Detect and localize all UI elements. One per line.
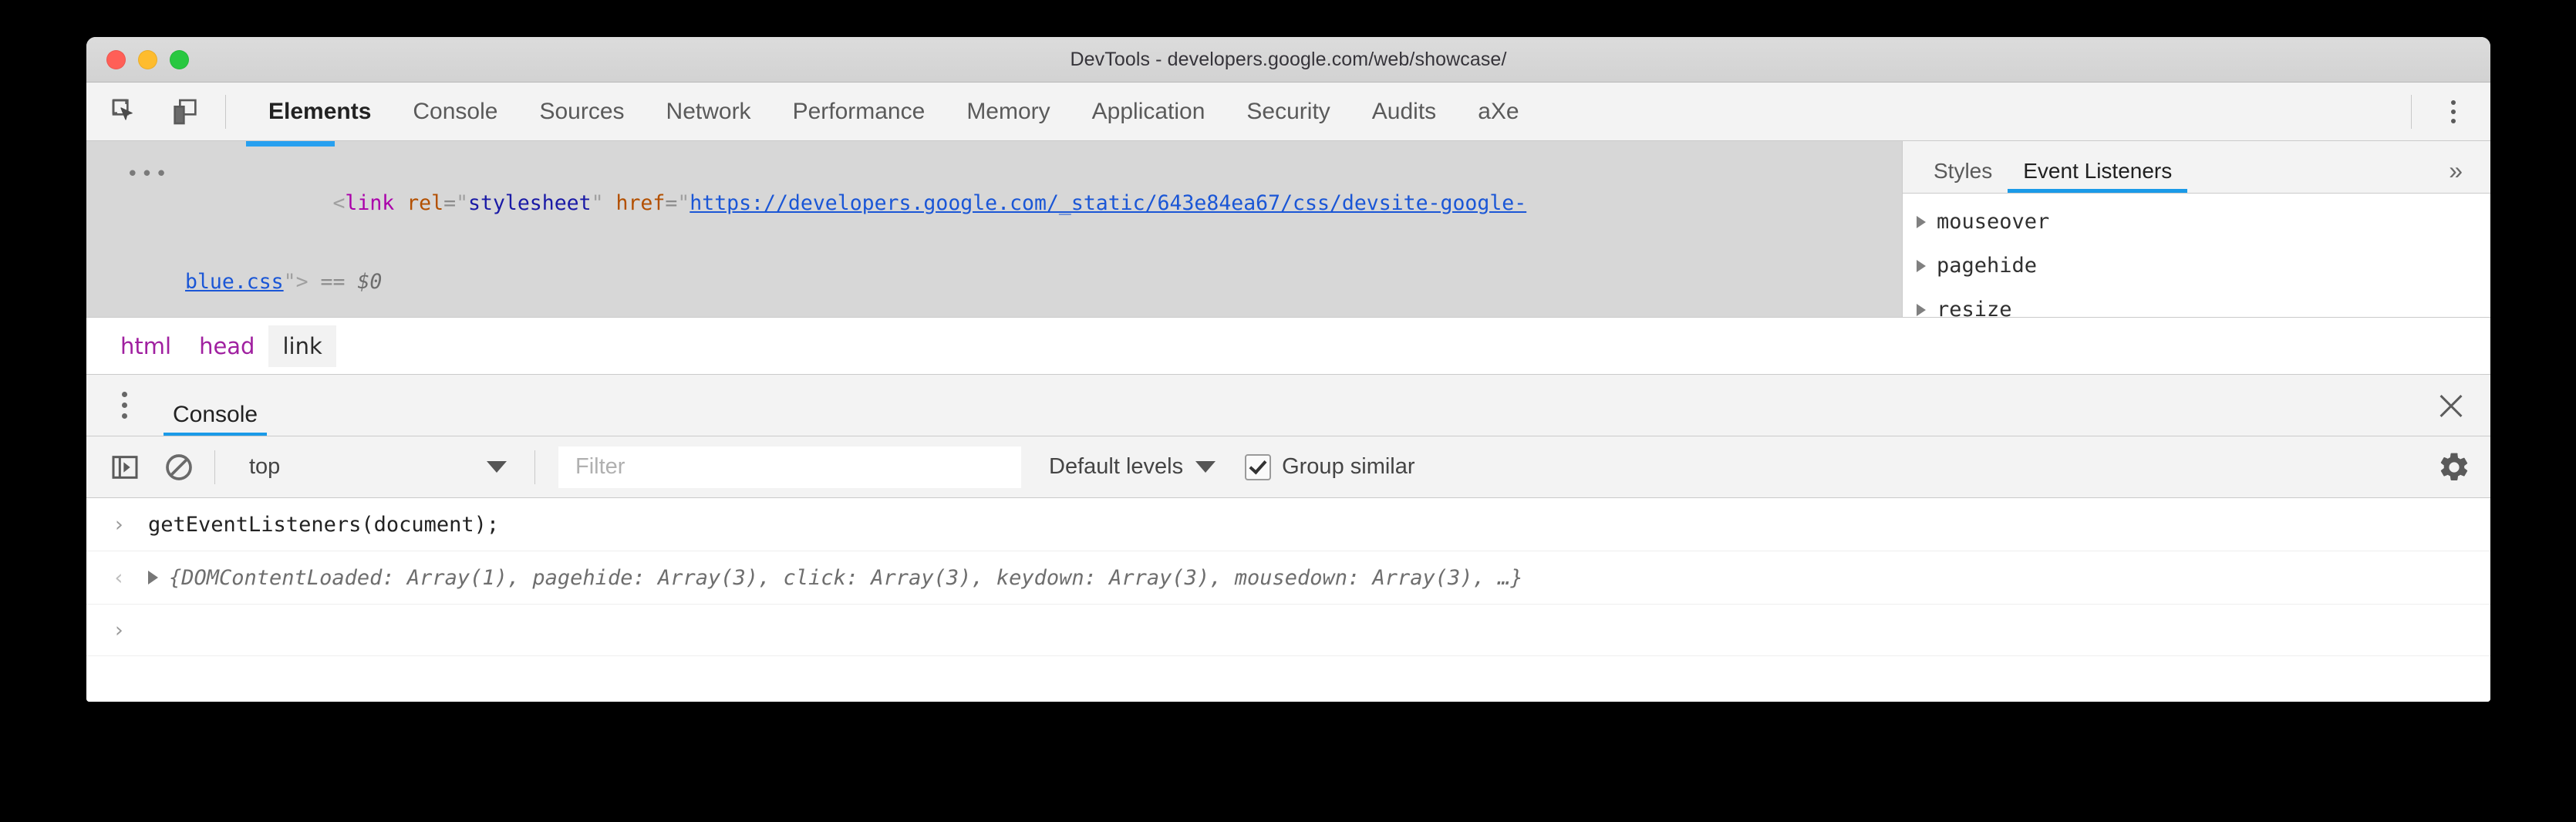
dom-node-line-2[interactable]: blue.css"> == $0 — [86, 262, 1902, 317]
chevron-right-icon[interactable] — [148, 571, 158, 584]
chevron-down-icon — [487, 461, 507, 473]
elements-sidebar: Styles Event Listeners » mouseover pageh… — [1902, 141, 2490, 317]
tag-close-bracket: > — [296, 270, 309, 294]
console-prompt-line[interactable]: › — [86, 605, 2490, 656]
tabbar-right-controls — [2389, 90, 2490, 133]
breadcrumb-item-head[interactable]: head — [185, 325, 268, 367]
chevron-down-icon — [1195, 461, 1216, 473]
attr-name-href: href — [616, 191, 666, 215]
drawer-header: Console — [86, 375, 2490, 436]
group-similar-label[interactable]: Group similar — [1282, 454, 1414, 480]
node-expand-ellipsis[interactable]: ••• — [126, 155, 170, 194]
listener-item-resize[interactable]: resize — [1903, 288, 2490, 317]
tab-audits[interactable]: Audits — [1351, 83, 1457, 141]
console-return-icon: ‹ — [113, 566, 148, 590]
chevron-right-icon[interactable] — [1917, 260, 1926, 272]
listener-item-mouseover[interactable]: mouseover — [1903, 200, 2490, 244]
tab-console[interactable]: Console — [392, 83, 518, 141]
console-input-entry: › getEventListeners(document); — [86, 498, 2490, 551]
sidebar-tabbar: Styles Event Listeners » — [1903, 141, 2490, 194]
devtools-tool-icons — [106, 93, 204, 130]
tag-name: link — [345, 191, 394, 215]
sidebar-tab-styles[interactable]: Styles — [1918, 159, 2008, 193]
attr-value-href-part2[interactable]: blue.css — [185, 270, 284, 294]
console-output-entry[interactable]: ‹ {DOMContentLoaded: Array(1), pagehide:… — [86, 551, 2490, 605]
attr-name-rel: rel — [406, 191, 443, 215]
devtools-window: DevTools - developers.google.com/web/sho… — [86, 37, 2490, 702]
breadcrumb-item-html[interactable]: html — [106, 325, 185, 367]
console-toolbar-divider-2 — [534, 450, 535, 484]
group-similar-checkbox[interactable] — [1245, 454, 1271, 480]
dom-tree[interactable]: •••<link rel="stylesheet" href="https://… — [86, 141, 1902, 317]
listener-label: mouseover — [1937, 210, 2049, 234]
event-listener-list: mouseover pagehide resize scroll — [1903, 194, 2490, 317]
breadcrumb: html head link — [86, 318, 2490, 375]
tab-network[interactable]: Network — [646, 83, 772, 141]
elements-panel-row: •••<link rel="stylesheet" href="https://… — [86, 141, 2490, 318]
toolbar-divider-right — [2411, 95, 2412, 129]
sidebar-more-tabs-icon[interactable]: » — [2433, 157, 2478, 193]
drawer-kebab-menu-icon[interactable] — [106, 382, 142, 429]
listener-item-pagehide[interactable]: pagehide — [1903, 244, 2490, 288]
tab-sources[interactable]: Sources — [518, 83, 645, 141]
listener-label: pagehide — [1937, 254, 2037, 278]
console-filter-input[interactable]: Filter — [558, 446, 1021, 488]
breadcrumb-item-link[interactable]: link — [268, 325, 335, 367]
tag-open-bracket: < — [332, 191, 345, 215]
tab-security[interactable]: Security — [1226, 83, 1350, 141]
console-prompt-icon: › — [113, 513, 148, 537]
close-icon[interactable] — [2432, 386, 2470, 425]
gear-icon[interactable] — [2433, 446, 2475, 488]
dom-node-line-1[interactable]: •••<link rel="stylesheet" href="https://… — [86, 144, 1902, 262]
attr-value-rel: stylesheet — [468, 191, 592, 215]
window-title: DevTools - developers.google.com/web/sho… — [86, 49, 2490, 71]
console-sidebar-icon[interactable] — [106, 449, 143, 486]
selected-node-ref: $0 — [357, 270, 382, 294]
tab-memory[interactable]: Memory — [946, 83, 1071, 141]
listener-label: resize — [1937, 298, 2012, 317]
window-titlebar: DevTools - developers.google.com/web/sho… — [86, 37, 2490, 83]
console-toolbar: top Filter Default levels Group similar — [86, 436, 2490, 498]
console-input-text: getEventListeners(document); — [148, 513, 499, 537]
chevron-right-icon[interactable] — [1917, 216, 1926, 228]
dom-node-selected[interactable]: •••<link rel="stylesheet" href="https://… — [86, 141, 1902, 317]
panel-tabs: Elements Console Sources Network Perform… — [248, 83, 1540, 140]
console-context-select[interactable]: top — [232, 454, 518, 480]
zoom-window-button[interactable] — [170, 50, 189, 69]
window-controls — [106, 50, 189, 69]
console-context-value: top — [249, 454, 280, 480]
tab-performance[interactable]: Performance — [772, 83, 946, 141]
console-prompt-icon: › — [113, 618, 148, 642]
inspect-element-icon[interactable] — [106, 93, 143, 130]
tab-elements[interactable]: Elements — [248, 83, 392, 141]
kebab-menu-icon[interactable] — [2433, 90, 2473, 133]
device-toolbar-icon[interactable] — [167, 93, 204, 130]
console-output[interactable]: › getEventListeners(document); ‹ {DOMCon… — [86, 498, 2490, 702]
tab-application[interactable]: Application — [1071, 83, 1226, 141]
attr-value-href-part1[interactable]: https://developers.google.com/_static/64… — [690, 191, 1526, 215]
chevron-right-icon[interactable] — [1917, 304, 1926, 316]
devtools-tabbar: Elements Console Sources Network Perform… — [86, 83, 2490, 141]
selected-node-equals: == — [321, 270, 346, 294]
screen-root: DevTools - developers.google.com/web/sho… — [0, 0, 2576, 822]
sidebar-tab-event-listeners[interactable]: Event Listeners — [2008, 159, 2187, 193]
log-levels-label: Default levels — [1049, 454, 1183, 480]
console-toolbar-divider-1 — [214, 450, 215, 484]
drawer-tab-console[interactable]: Console — [164, 402, 267, 436]
minimize-window-button[interactable] — [138, 50, 157, 69]
tab-axe[interactable]: aXe — [1457, 83, 1539, 141]
clear-console-icon[interactable] — [160, 449, 197, 486]
toolbar-divider — [225, 95, 226, 129]
console-output-text: {DOMContentLoaded: Array(1), pagehide: A… — [169, 566, 1523, 590]
close-window-button[interactable] — [106, 50, 126, 69]
console-log-levels-select[interactable]: Default levels — [1049, 454, 1216, 480]
